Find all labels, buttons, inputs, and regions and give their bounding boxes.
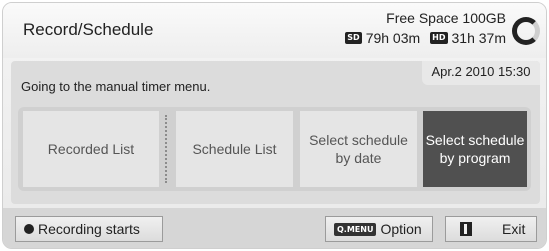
option-button[interactable]: Q.MENU Option — [325, 216, 433, 242]
select-schedule-by-date-button[interactable]: Select schedule by date — [300, 111, 417, 187]
current-datetime: Apr.2 2010 15:30 — [422, 61, 540, 85]
hd-time: 31h 37m — [451, 30, 506, 46]
recording-time-remaining: SD 79h 03m HD 31h 37m — [345, 30, 506, 46]
exit-label: Exit — [502, 221, 526, 237]
recording-starts-label: Recording starts — [38, 221, 140, 237]
menu-divider — [165, 115, 167, 183]
free-space-label: Free Space 100GB — [386, 10, 506, 26]
option-label: Option — [380, 221, 422, 237]
recording-starts-button[interactable]: Recording starts — [15, 216, 163, 242]
schedule-list-button[interactable]: Schedule List — [176, 111, 293, 187]
menu-options: Recorded List Schedule List Select sched… — [18, 107, 531, 191]
sd-icon: SD — [345, 32, 362, 44]
storage-usage-icon — [512, 17, 540, 45]
record-schedule-window: Record/Schedule Free Space 100GB SD 79h … — [2, 2, 547, 249]
footer-bar: Recording starts Q.MENU Option Exit — [3, 208, 546, 248]
main-panel: Going to the manual timer menu. Apr.2 20… — [11, 61, 540, 204]
sd-time: 79h 03m — [365, 30, 421, 46]
header: Record/Schedule Free Space 100GB SD 79h … — [3, 3, 546, 58]
recorded-list-button[interactable]: Recorded List — [23, 111, 159, 187]
hd-icon: HD — [430, 32, 448, 44]
record-icon — [24, 224, 34, 234]
status-message: Going to the manual timer menu. — [21, 79, 211, 94]
select-schedule-by-program-button[interactable]: Select schedule by program — [423, 111, 527, 187]
exit-icon — [460, 222, 472, 236]
qmenu-icon: Q.MENU — [334, 222, 377, 236]
page-title: Record/Schedule — [23, 20, 154, 39]
exit-button[interactable]: Exit — [445, 216, 537, 242]
